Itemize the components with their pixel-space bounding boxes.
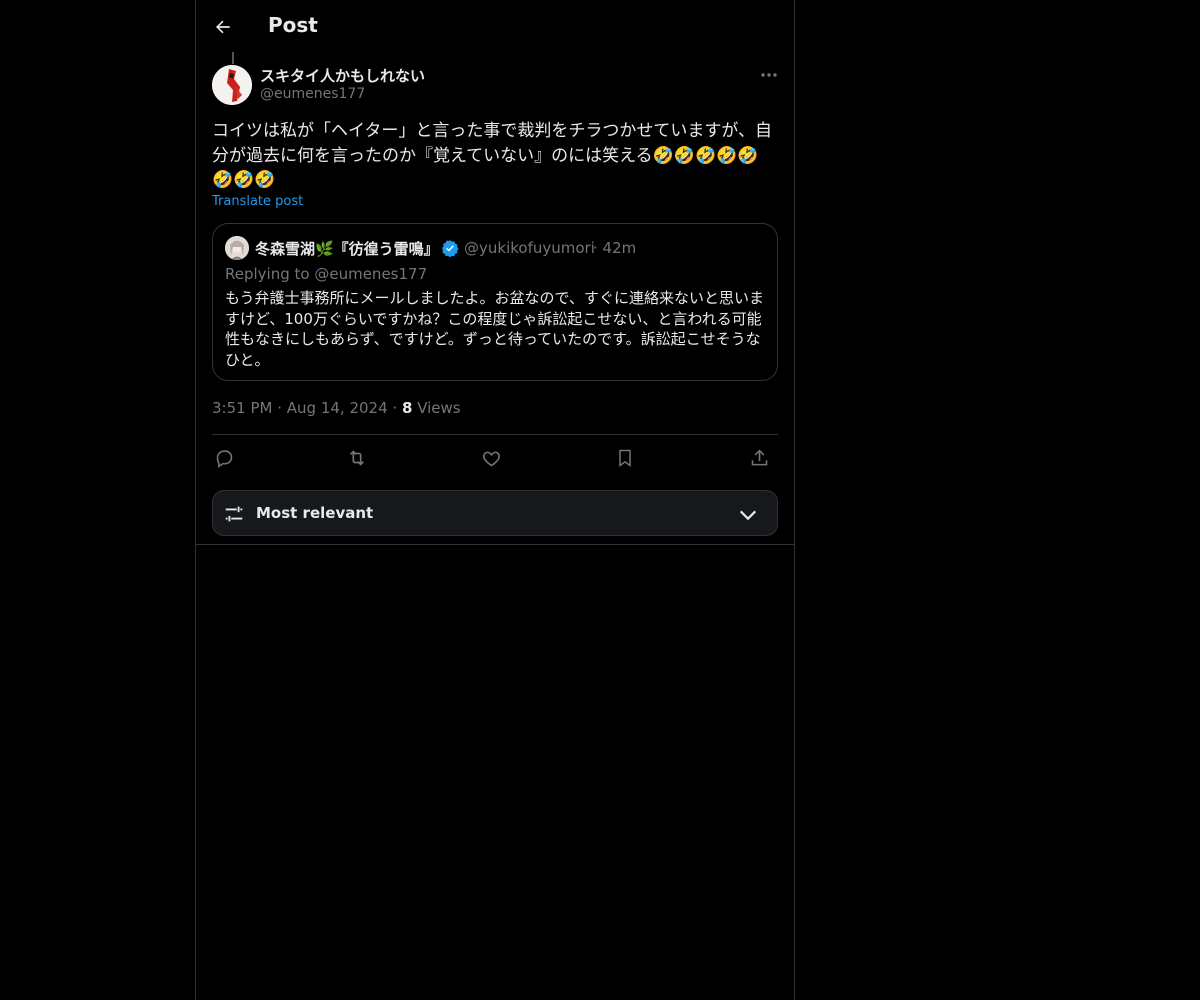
replying-to: Replying to @eumenes177 bbox=[225, 265, 427, 283]
quote-author-handle: @yukikofuyumori bbox=[464, 239, 595, 257]
quote-author-name: 冬森雪湖🌿『彷徨う雷鳴』 bbox=[255, 240, 439, 258]
main-column: Post スキタイ人かもしれない @eumenes177 コイツは私が「ヘイター… bbox=[195, 0, 795, 1000]
repost-button[interactable] bbox=[345, 446, 369, 470]
like-icon bbox=[482, 451, 500, 466]
action-bar bbox=[212, 446, 778, 470]
back-button[interactable] bbox=[210, 14, 236, 40]
quote-text: もう弁護士事務所にメールしましたよ。お盆なので、すぐに連絡来ないと思いますけど、… bbox=[225, 289, 764, 369]
more-options-button[interactable] bbox=[758, 66, 780, 84]
page-title: Post bbox=[268, 13, 318, 37]
sliders-icon bbox=[225, 506, 243, 522]
bookmark-button[interactable] bbox=[613, 446, 637, 470]
share-icon bbox=[751, 449, 767, 465]
thread-connector bbox=[232, 52, 234, 64]
quote-timestamp: · 42m bbox=[593, 239, 637, 257]
reply-button[interactable] bbox=[212, 446, 236, 470]
divider bbox=[212, 434, 778, 435]
quote-avatar-image bbox=[225, 236, 249, 260]
bookmark-icon bbox=[619, 449, 631, 467]
sort-label: Most relevant bbox=[256, 504, 374, 522]
share-button[interactable] bbox=[747, 446, 771, 470]
views-label: Views bbox=[417, 399, 461, 417]
translate-post-link[interactable]: Translate post bbox=[212, 194, 303, 209]
more-horizontal-icon bbox=[761, 73, 777, 77]
post-date[interactable]: Aug 14, 2024 bbox=[287, 399, 388, 417]
reply-sort-selector[interactable]: Most relevant bbox=[212, 490, 778, 536]
post-time[interactable]: 3:51 PM bbox=[212, 399, 272, 417]
post-metadata: 3:51 PM · Aug 14, 2024 · 8 Views bbox=[212, 399, 461, 417]
author-name[interactable]: スキタイ人かもしれない bbox=[260, 65, 425, 86]
chevron-down-icon bbox=[739, 510, 757, 521]
section-divider bbox=[196, 544, 794, 545]
reply-icon bbox=[216, 449, 232, 468]
views-count: 8 bbox=[401, 399, 413, 417]
replying-prefix: Replying to bbox=[225, 265, 310, 283]
arrow-left-icon bbox=[216, 20, 230, 34]
avatar-image bbox=[212, 65, 252, 105]
replying-handle: @eumenes177 bbox=[314, 265, 428, 283]
avatar[interactable] bbox=[212, 65, 252, 105]
author-handle[interactable]: @eumenes177 bbox=[260, 86, 365, 102]
like-button[interactable] bbox=[479, 446, 503, 470]
quoted-post[interactable]: 冬森雪湖🌿『彷徨う雷鳴』 @yukikofuyumori · 42m Reply… bbox=[212, 223, 778, 381]
verified-badge-icon bbox=[442, 240, 459, 257]
post-text: コイツは私が「ヘイター」と言った事で裁判をチラつかせていますが、自分が過去に何を… bbox=[212, 121, 772, 190]
repost-icon bbox=[349, 450, 365, 466]
quote-avatar bbox=[225, 236, 249, 260]
top-bar: Post bbox=[196, 0, 794, 54]
